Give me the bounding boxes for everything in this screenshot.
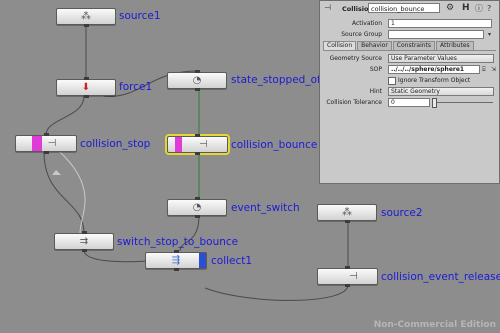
- node-source2[interactable]: ⁂: [317, 204, 377, 223]
- activation-row: Activation 1: [320, 19, 499, 28]
- tab-constraints[interactable]: Constraints: [392, 41, 436, 50]
- output-port[interactable]: [344, 220, 350, 223]
- wire-force1-collision-stop: [45, 95, 85, 136]
- input-port[interactable]: [194, 70, 200, 73]
- node-label-source1[interactable]: source1: [119, 10, 161, 22]
- scatter-points-icon: ⁂: [81, 10, 91, 22]
- collision-tolerance-row: Collision Tolerance 0: [320, 98, 499, 108]
- panel-header: ⊣ Collision collision_bounce ⚙ H ⓘ ?: [322, 3, 497, 15]
- node-label-switch-stop-to-bounce[interactable]: switch_stop_to_bounce: [117, 236, 238, 248]
- input-port[interactable]: [81, 231, 87, 234]
- question-icon[interactable]: ?: [487, 3, 491, 14]
- geometry-source-select[interactable]: Use Parameter Values: [388, 54, 494, 63]
- parameter-panel: ⊣ Collision collision_bounce ⚙ H ⓘ ? Act…: [319, 0, 500, 184]
- output-port[interactable]: [194, 215, 200, 218]
- input-port[interactable]: [194, 197, 200, 200]
- jump-to-node-icon[interactable]: ⇲: [491, 64, 496, 75]
- ignore-transform-checkbox[interactable]: [388, 77, 396, 85]
- collision-tolerance-label: Collision Tolerance: [326, 99, 382, 106]
- node-label-collision-event-release[interactable]: collision_event_release: [381, 271, 500, 283]
- operator-icon: ⊣: [324, 3, 331, 12]
- display-flag[interactable]: [175, 137, 182, 152]
- node-label-event-switch[interactable]: event_switch: [231, 202, 300, 214]
- tab-attributes[interactable]: Attributes: [436, 41, 474, 50]
- node-source1[interactable]: ⁂: [56, 8, 116, 27]
- activation-label: Activation: [351, 20, 382, 27]
- input-port[interactable]: [173, 250, 179, 253]
- gear-icon[interactable]: ⚙: [446, 3, 454, 14]
- wire-release-collect: [204, 284, 349, 301]
- collision-icon: ⊣: [349, 270, 358, 282]
- node-collision-event-release[interactable]: ⊣: [317, 266, 378, 287]
- display-flag[interactable]: [32, 136, 42, 151]
- output-port[interactable]: [195, 152, 200, 155]
- source-group-label: Source Group: [341, 31, 382, 38]
- hint-label: Hint: [369, 88, 382, 95]
- hint-row: Hint Static Geometry: [320, 87, 499, 96]
- wire-collision-stop-switch: [43, 151, 85, 234]
- node-event-switch[interactable]: ◔: [167, 197, 227, 218]
- output-port[interactable]: [83, 24, 89, 27]
- collect-arrows-icon: ⇶: [171, 254, 181, 266]
- tab-collision[interactable]: Collision: [323, 41, 357, 50]
- state-clock-icon: ◔: [192, 201, 202, 213]
- node-label-source2[interactable]: source2: [381, 207, 423, 219]
- node-collision-stop[interactable]: ⊣: [15, 133, 77, 154]
- sop-path-field[interactable]: ../../../sphere/sphere1: [388, 65, 480, 74]
- dropdown-arrow-icon[interactable]: ▾: [488, 29, 491, 40]
- watermark: Non-Commercial Edition: [373, 320, 496, 330]
- node-collect1[interactable]: ⇶: [145, 250, 207, 271]
- output-port[interactable]: [81, 249, 87, 252]
- geometry-source-label: Geometry Source: [329, 55, 382, 62]
- collision-tolerance-field[interactable]: 0: [388, 98, 430, 107]
- collision-icon: ⊣: [199, 138, 208, 150]
- node-label-state-stopped-off[interactable]: state_stopped_off: [231, 74, 324, 86]
- input-port[interactable]: [195, 134, 200, 137]
- node-label-force1[interactable]: force1: [119, 81, 152, 93]
- output-port[interactable]: [194, 88, 200, 91]
- output-port[interactable]: [43, 151, 49, 154]
- source-group-field[interactable]: [388, 30, 484, 39]
- node-name-field[interactable]: collision_bounce: [368, 3, 440, 13]
- output-port[interactable]: [83, 95, 89, 98]
- state-clock-icon: ◔: [192, 74, 202, 86]
- node-label-collision-stop[interactable]: collision_stop: [80, 138, 150, 150]
- scatter-points-icon: ⁂: [342, 206, 352, 218]
- hint-select[interactable]: Static Geometry: [388, 87, 494, 96]
- sop-label: SOP: [369, 66, 382, 73]
- node-chooser-icon[interactable]: ⌸: [482, 64, 486, 75]
- collision-icon: ⊣: [47, 137, 57, 149]
- output-port[interactable]: [345, 284, 350, 287]
- tolerance-slider-track[interactable]: [434, 102, 493, 103]
- node-label-collision-bounce[interactable]: collision_bounce: [231, 139, 317, 151]
- ignore-transform-row: Ignore Transform Object: [320, 76, 499, 85]
- node-label-collect1[interactable]: collect1: [211, 255, 252, 267]
- node-force1[interactable]: ⬇: [56, 77, 116, 98]
- input-port[interactable]: [345, 266, 350, 269]
- input-port[interactable]: [43, 133, 49, 136]
- node-switch-stop-to-bounce[interactable]: ⇉: [54, 231, 114, 252]
- wire-collision-bounce-switch: [59, 151, 86, 234]
- switch-icon: ⇉: [79, 235, 89, 247]
- ignore-transform-label: Ignore Transform Object: [398, 77, 471, 84]
- tab-behavior[interactable]: Behavior: [357, 41, 392, 50]
- help-h-icon[interactable]: H: [462, 3, 470, 14]
- input-port[interactable]: [83, 77, 89, 80]
- activation-field[interactable]: 1: [388, 19, 492, 28]
- node-state-stopped-off[interactable]: ◔: [167, 70, 227, 91]
- geometry-source-row: Geometry Source Use Parameter Values: [320, 54, 499, 63]
- info-icon[interactable]: ⓘ: [475, 3, 483, 14]
- parameter-tabs: Collision Behavior Constraints Attributes: [323, 41, 496, 51]
- tolerance-slider-handle[interactable]: [432, 98, 437, 108]
- output-port[interactable]: [173, 268, 179, 271]
- render-flag[interactable]: [199, 253, 206, 268]
- source-group-row: Source Group ▾: [320, 30, 499, 39]
- node-collision-bounce[interactable]: ⊣: [165, 134, 230, 155]
- force-arrow-icon: ⬇: [81, 81, 91, 93]
- sop-row: SOP ../../../sphere/sphere1 ⌸ ⇲: [320, 65, 499, 74]
